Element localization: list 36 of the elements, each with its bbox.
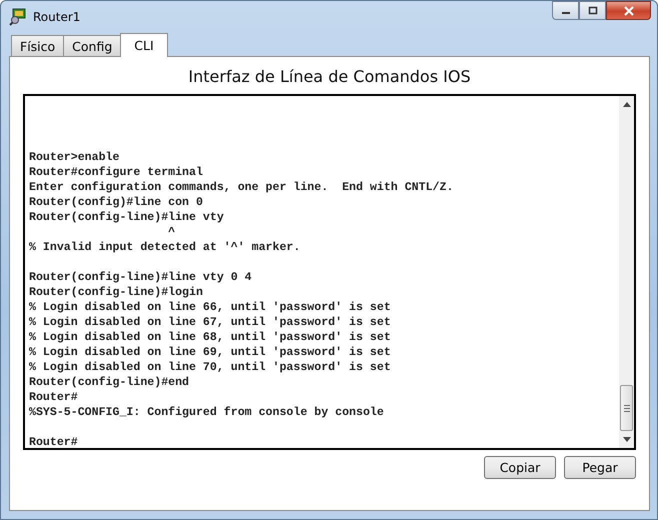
close-icon xyxy=(622,6,634,16)
scroll-down-icon[interactable] xyxy=(622,437,630,442)
scrollbar[interactable] xyxy=(619,96,634,448)
close-button[interactable] xyxy=(606,1,651,20)
console-line: Router>enable xyxy=(29,150,120,165)
console-line: ^ xyxy=(167,225,176,240)
console-line: Router# xyxy=(29,435,78,450)
tab[interactable]: CLI xyxy=(120,33,168,57)
console-line: % Login disabled on line 66, until 'password' is set xyxy=(29,300,391,315)
console-line: Router(config-line)#line vty xyxy=(29,210,224,225)
console-line: % Login disabled on line 69, until 'password' is set xyxy=(29,345,391,360)
maximize-icon xyxy=(588,6,598,15)
console-line: Router(config-line)#line vty 0 4 xyxy=(29,270,252,285)
console-line: Router(config-line)#login xyxy=(29,285,203,300)
console-line: % Login disabled on line 70, until 'password' is set xyxy=(29,360,391,375)
router-icon xyxy=(9,8,27,26)
terminal-console[interactable] xyxy=(23,94,636,450)
copy-button[interactable]: Copiar xyxy=(484,456,556,479)
console-line: % Login disabled on line 67, until 'password' is set xyxy=(29,315,391,330)
tab[interactable]: Config xyxy=(63,35,122,56)
scroll-up-icon[interactable] xyxy=(622,102,630,107)
console-line: Router#configure terminal xyxy=(29,165,203,180)
console-line: %SYS-5-CONFIG_I: Configured from console by console xyxy=(29,405,384,420)
console-line: Router(config-line)#end xyxy=(29,375,190,390)
console-line: Enter configuration commands, one per line. End with CNTL/Z. xyxy=(29,180,454,195)
console-line: % Login disabled on line 68, until 'password' is set xyxy=(29,330,391,345)
scroll-thumb[interactable] xyxy=(620,385,633,431)
console-line: Router(config)#line con 0 xyxy=(29,195,203,210)
maximize-button[interactable] xyxy=(579,1,606,20)
panel-heading: Interfaz de Línea de Comandos IOS xyxy=(187,66,472,88)
window-title: Router1 xyxy=(33,10,80,24)
tab[interactable]: Físico xyxy=(11,35,64,56)
console-line: Router# xyxy=(29,390,78,405)
console-line: % Invalid input detected at '^' marker. xyxy=(29,240,300,255)
minimize-button[interactable] xyxy=(552,1,579,20)
paste-button[interactable]: Pegar xyxy=(564,456,636,479)
